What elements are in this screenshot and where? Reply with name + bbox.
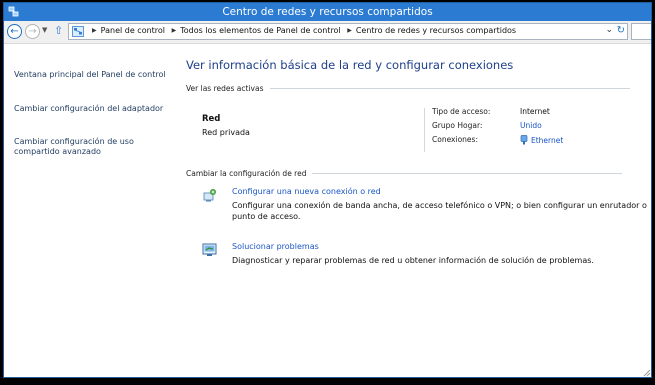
refresh-icon[interactable]: ↻	[617, 25, 625, 36]
sidebar-item-uso-compartido[interactable]: Cambiar configuración de uso compartido …	[14, 137, 169, 157]
new-connection-icon	[203, 189, 216, 202]
network-divider	[424, 108, 425, 152]
connections-label: Conexiones:	[432, 135, 478, 144]
address-bar: ← → ▼ ⇧ ▶ Panel de control ▶ Todos los ele…	[4, 21, 651, 44]
window-title: Centro de redes y recursos compartidos	[222, 6, 433, 18]
network-folder-icon	[72, 26, 84, 37]
breadcrumb-separator-icon: ▶	[92, 27, 97, 34]
network-type: Red privada	[202, 128, 250, 137]
breadcrumb-item-centro-de-redes[interactable]: Centro de redes y recursos compartidos	[356, 26, 516, 35]
page-title: Ver información básica de la red y confi…	[186, 58, 514, 72]
troubleshoot-link[interactable]: Solucionar problemas	[232, 242, 319, 251]
sidebar-item-adaptador[interactable]: Cambiar configuración del adaptador	[14, 104, 169, 114]
sidebar: Ventana principal del Panel de control C…	[4, 44, 176, 377]
ethernet-link[interactable]: Ethernet	[531, 136, 563, 145]
access-type-label: Tipo de acceso:	[432, 107, 491, 116]
network-name: Red	[202, 114, 221, 124]
new-connection-description: Configurar una conexión de banda ancha, …	[232, 201, 647, 221]
resize-grip-icon[interactable]	[641, 367, 651, 377]
up-button[interactable]: ⇧	[54, 24, 63, 37]
forward-button[interactable]: →	[25, 24, 40, 39]
new-connection-link[interactable]: Configurar una nueva conexión o red	[232, 187, 381, 196]
homegroup-link[interactable]: Unido	[520, 121, 542, 130]
address-input[interactable]: ▶ Panel de control ▶ Todos los elementos d…	[68, 23, 628, 40]
access-type-value: Internet	[520, 107, 550, 116]
breadcrumb-separator-icon: ▶	[171, 27, 177, 34]
breadcrumb-separator-icon: ▶	[347, 27, 352, 34]
section-divider	[269, 88, 630, 89]
change-settings-section: Cambiar la configuración de red	[186, 169, 623, 178]
title-bar[interactable]: Centro de redes y recursos compartidos	[4, 3, 651, 21]
search-input[interactable]	[631, 23, 651, 40]
troubleshoot-icon	[202, 243, 217, 256]
active-networks-heading: Ver las redes activas	[186, 84, 264, 93]
active-networks-section: Ver las redes activas	[186, 84, 630, 93]
address-dropdown-icon[interactable]: ⌄	[605, 25, 613, 35]
breadcrumb-item-todos-los-elementos[interactable]: Todos los elementos de Panel de control	[180, 26, 340, 35]
breadcrumb: ▶ Panel de control ▶ Todos los elementos d…	[88, 26, 516, 35]
ethernet-icon	[520, 135, 528, 145]
homegroup-label: Grupo Hogar:	[432, 121, 483, 130]
breadcrumb-item-panel-de-control[interactable]: Panel de control	[101, 26, 165, 35]
recent-locations-dropdown[interactable]: ▼	[42, 26, 47, 34]
window: Centro de redes y recursos compartidos ←…	[3, 2, 652, 378]
change-settings-heading: Cambiar la configuración de red	[186, 169, 307, 178]
troubleshoot-description: Diagnosticar y reparar problemas de red …	[232, 256, 594, 265]
connection-item[interactable]: Ethernet	[520, 135, 563, 145]
main-content: Ver información básica de la red y confi…	[186, 44, 651, 377]
section-divider	[312, 173, 623, 174]
sidebar-item-panel-principal[interactable]: Ventana principal del Panel de control	[14, 70, 169, 80]
back-button[interactable]: ←	[7, 24, 22, 39]
